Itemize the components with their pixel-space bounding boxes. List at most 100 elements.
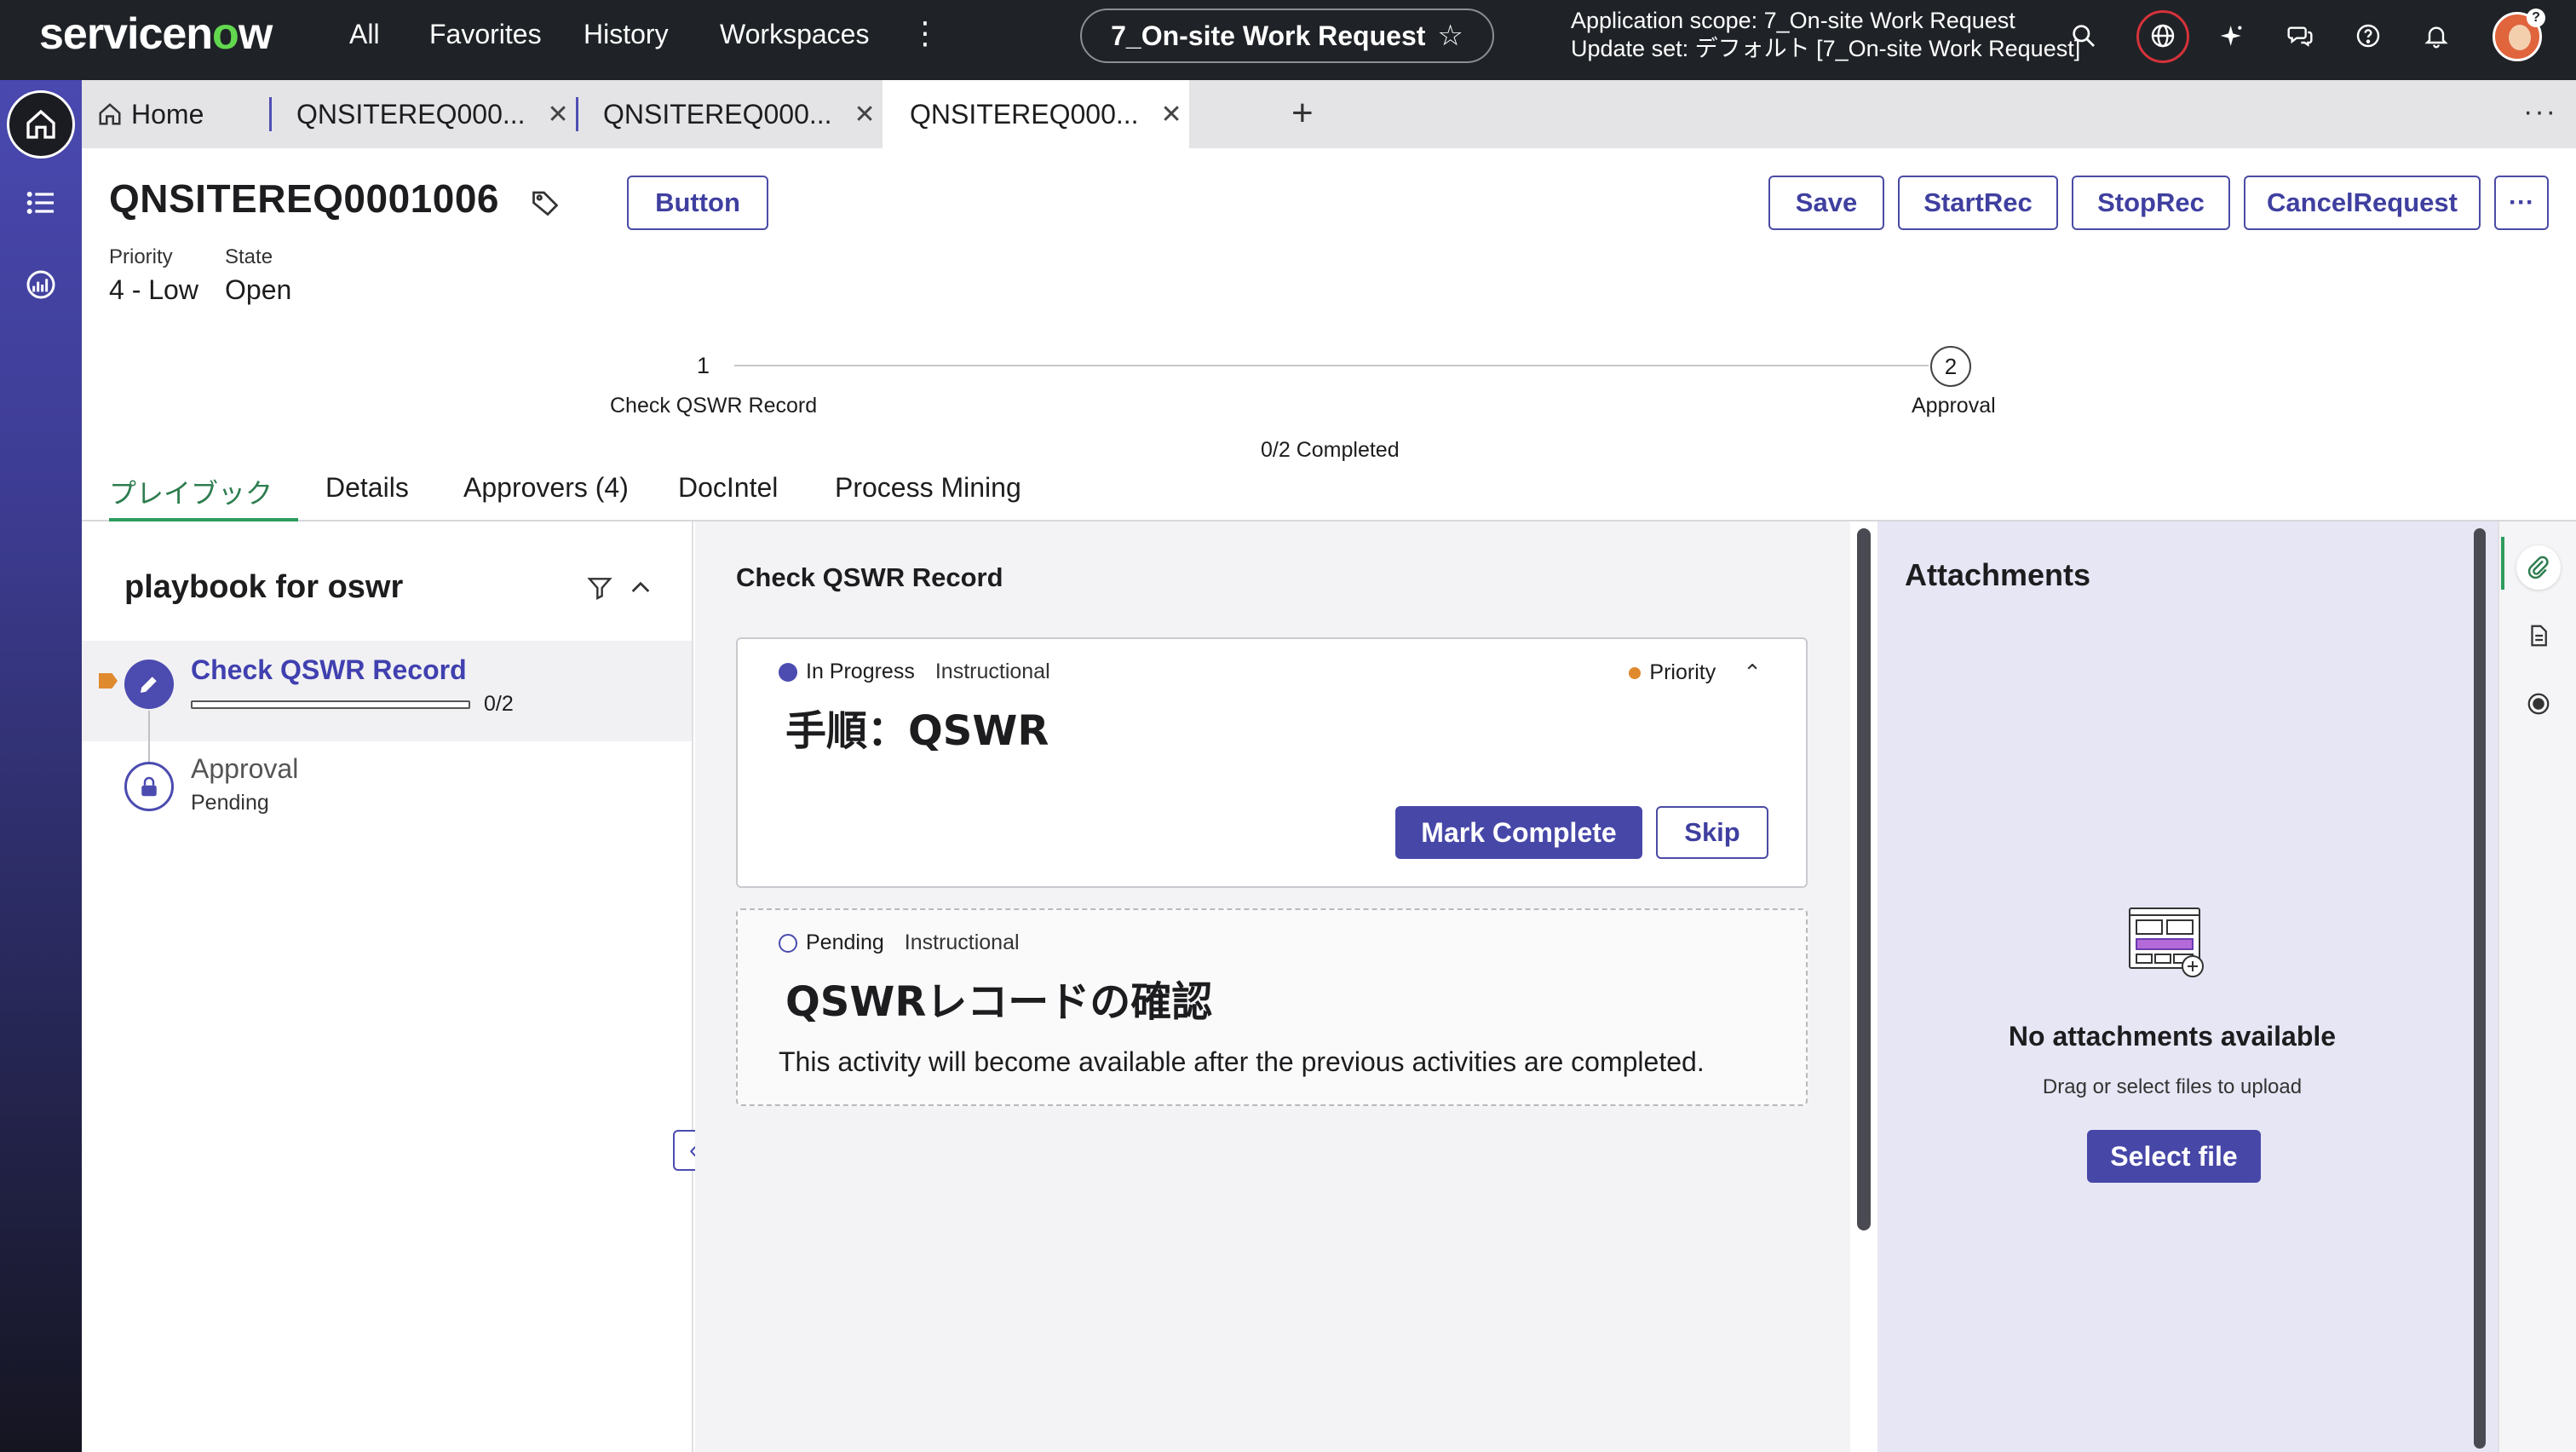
avatar-badge-icon: ? bbox=[2527, 9, 2545, 27]
in-progress-icon bbox=[779, 662, 797, 682]
tag-icon[interactable] bbox=[530, 187, 561, 218]
activity-type: Instructional bbox=[904, 931, 1020, 954]
activity-heading: Check QSWR Record bbox=[736, 562, 1003, 592]
more-actions-icon[interactable]: ··· bbox=[2494, 176, 2549, 230]
lock-icon bbox=[779, 933, 797, 953]
tab-playbook[interactable]: プレイブック bbox=[109, 472, 298, 521]
tab-docintel[interactable]: DocIntel bbox=[678, 472, 778, 521]
scrollbar[interactable] bbox=[1857, 528, 1871, 1230]
more-menu-icon[interactable]: ⋮ bbox=[910, 15, 940, 51]
record-number: QNSITEREQ0001006 bbox=[109, 176, 500, 221]
tab-approvers[interactable]: Approvers (4) bbox=[463, 472, 629, 521]
activity-status: Pending Instructional bbox=[779, 931, 1020, 955]
select-file-button[interactable]: Select file bbox=[2087, 1130, 2261, 1183]
mark-complete-button[interactable]: Mark Complete bbox=[1395, 806, 1642, 859]
step-2-number: 2 bbox=[1930, 346, 1971, 387]
scope-pill-label: 7_On-site Work Request bbox=[1111, 20, 1426, 51]
tab-record-2[interactable]: QNSITEREQ000... ✕ bbox=[603, 80, 893, 148]
tab-home-label: Home bbox=[131, 98, 204, 130]
filter-icon[interactable] bbox=[586, 574, 613, 602]
activity-card-in-progress: In Progress Instructional Priority ⌃ 手順：… bbox=[736, 637, 1808, 888]
activity-type: Instructional bbox=[934, 660, 1050, 683]
nav-favorites[interactable]: Favorites bbox=[429, 19, 542, 50]
close-icon[interactable]: ✕ bbox=[1161, 100, 1182, 130]
upload-hint: Drag or select files to upload bbox=[2042, 1075, 2303, 1098]
record-target-icon[interactable] bbox=[2516, 682, 2561, 726]
activity-card-pending: Pending Instructional QSWRレコードの確認 This a… bbox=[736, 908, 1808, 1106]
left-rail bbox=[0, 80, 82, 1452]
contextual-side-rail bbox=[2498, 521, 2576, 1452]
stop-rec-button[interactable]: StopRec bbox=[2072, 176, 2230, 230]
tab-home[interactable]: Home bbox=[97, 80, 267, 148]
playbook-connector bbox=[148, 711, 150, 763]
tab-overflow-icon[interactable]: ··· bbox=[2523, 95, 2557, 129]
chevron-up-icon[interactable]: ⌃ bbox=[1743, 660, 1762, 686]
playbook-item-status: Pending bbox=[191, 791, 269, 815]
sparkle-icon[interactable] bbox=[2213, 17, 2251, 55]
state-label: State bbox=[225, 245, 273, 268]
stepper-status: 0/2 Completed bbox=[1261, 438, 1400, 462]
start-rec-button[interactable]: StartRec bbox=[1898, 176, 2058, 230]
step-1-label: Check QSWR Record bbox=[610, 394, 818, 418]
home-icon[interactable] bbox=[7, 90, 75, 158]
priority-text: Priority bbox=[1649, 660, 1716, 684]
tab-details[interactable]: Details bbox=[325, 472, 409, 521]
playbook-item-title[interactable]: Approval bbox=[191, 753, 298, 785]
playbook-panel: playbook for oswr Check QSWR Record 0/2 … bbox=[82, 521, 693, 1452]
close-icon[interactable]: ✕ bbox=[854, 100, 876, 130]
tab-record-label: QNSITEREQ000... bbox=[910, 98, 1139, 130]
stepper-track bbox=[734, 365, 1929, 366]
close-icon[interactable]: ✕ bbox=[548, 100, 569, 130]
state-value: Open bbox=[225, 274, 292, 305]
tab-record-1[interactable]: QNSITEREQ000... ✕ bbox=[296, 80, 586, 148]
activity-panel: Check QSWR Record In Progress Instructio… bbox=[695, 521, 1871, 1452]
nav-workspaces[interactable]: Workspaces bbox=[720, 19, 869, 50]
priority-label: Priority bbox=[109, 245, 173, 268]
update-set-text: Update set: デフォルト [7_On-site Work Reques… bbox=[1571, 36, 2081, 61]
no-attachments-message: No attachments available bbox=[2008, 1021, 2337, 1052]
scrollbar[interactable] bbox=[2474, 528, 2486, 1449]
star-icon[interactable]: ☆ bbox=[1437, 19, 1463, 53]
step-2-label: Approval bbox=[1912, 394, 1996, 418]
activity-status: In Progress Instructional bbox=[779, 660, 1050, 684]
document-icon[interactable] bbox=[2516, 614, 2561, 658]
priority-dot-icon bbox=[1629, 666, 1642, 679]
nav-all[interactable]: All bbox=[349, 19, 380, 50]
search-icon[interactable] bbox=[2065, 17, 2102, 55]
chat-icon[interactable] bbox=[2281, 17, 2319, 55]
app-scope-pill[interactable]: 7_On-site Work Request ☆ bbox=[1080, 9, 1494, 63]
paperclip-icon[interactable] bbox=[2516, 545, 2561, 590]
record-content-tabs: プレイブック Details Approvers (4) DocIntel Pr… bbox=[82, 472, 2576, 521]
pencil-icon bbox=[124, 660, 174, 709]
tab-process-mining[interactable]: Process Mining bbox=[835, 472, 1021, 521]
status-text: Pending bbox=[806, 931, 884, 954]
priority-indicator[interactable]: Priority ⌃ bbox=[1629, 660, 1762, 686]
cancel-request-button[interactable]: CancelRequest bbox=[2244, 176, 2481, 230]
activity-title: QSWRレコードの確認 bbox=[785, 978, 1213, 1026]
tab-separator bbox=[269, 97, 272, 131]
playbook-title: playbook for oswr bbox=[124, 569, 404, 605]
lock-icon bbox=[124, 762, 174, 811]
bell-icon[interactable] bbox=[2418, 17, 2455, 55]
activity-description: This activity will become available afte… bbox=[779, 1046, 1705, 1077]
globe-icon[interactable] bbox=[2144, 17, 2182, 55]
add-tab-icon[interactable]: + bbox=[1291, 92, 1314, 135]
list-icon[interactable] bbox=[20, 182, 61, 223]
skip-button[interactable]: Skip bbox=[1656, 806, 1768, 859]
playbook-item-title[interactable]: Check QSWR Record bbox=[191, 654, 467, 686]
servicenow-logo[interactable]: servicenow bbox=[39, 9, 273, 60]
attachments-panel: Attachments No attachments available Dra… bbox=[1877, 521, 2498, 1452]
header-button[interactable]: Button bbox=[627, 176, 768, 230]
step-1-number: 1 bbox=[697, 353, 710, 378]
tab-record-label: QNSITEREQ000... bbox=[296, 98, 526, 130]
application-scope-text: Application scope: 7_On-site Work Reques… bbox=[1571, 8, 2015, 33]
save-button[interactable]: Save bbox=[1768, 176, 1884, 230]
nav-history[interactable]: History bbox=[584, 19, 669, 50]
playbook-item-progress-text: 0/2 bbox=[484, 692, 514, 716]
tab-record-3-active[interactable]: QNSITEREQ000... ✕ bbox=[883, 80, 1189, 148]
activity-title: 手順：QSWR bbox=[785, 707, 1049, 755]
workspace-tab-bar: Home QNSITEREQ000... ✕ QNSITEREQ000... ✕… bbox=[82, 80, 2576, 148]
chevron-up-icon[interactable] bbox=[627, 574, 654, 602]
analytics-icon[interactable] bbox=[20, 264, 61, 305]
help-icon[interactable] bbox=[2349, 17, 2387, 55]
